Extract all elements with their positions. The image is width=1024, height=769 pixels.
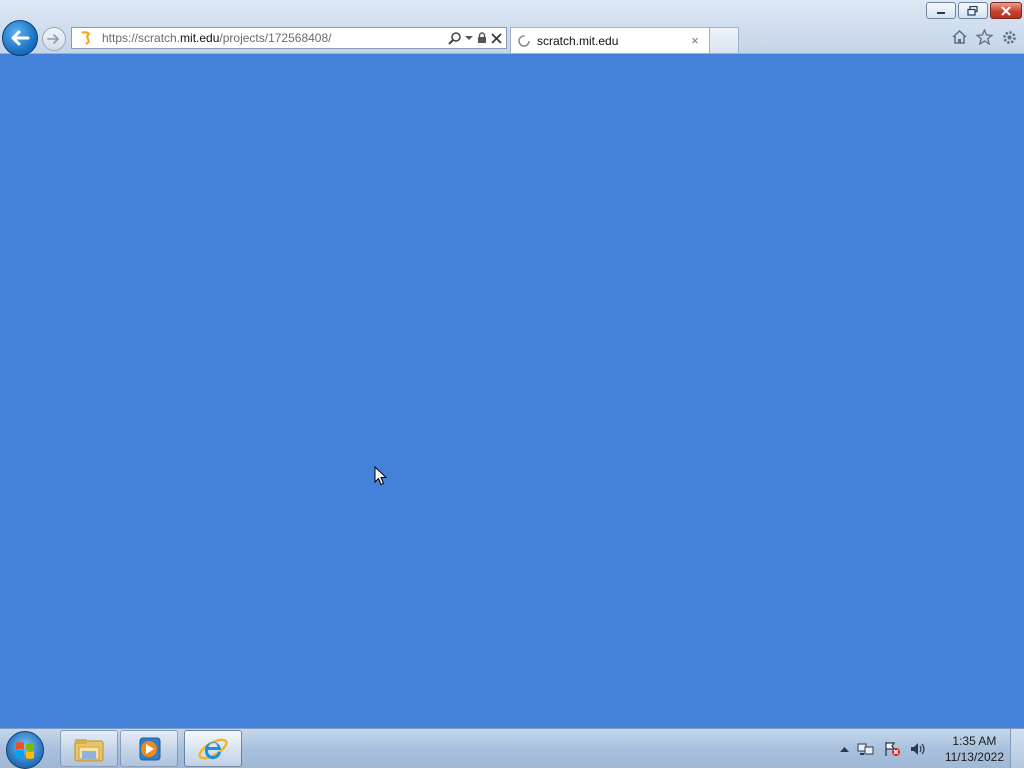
system-tray: 1:35 AM 11/13/2022 (839, 729, 1004, 768)
gear-icon[interactable] (1000, 28, 1018, 46)
start-button[interactable] (6, 731, 44, 769)
show-desktop-button[interactable] (1010, 729, 1024, 768)
taskbar-windows-explorer[interactable] (60, 730, 118, 767)
tab-close-button[interactable]: × (687, 33, 703, 48)
window-controls (926, 2, 1022, 19)
back-arrow-icon (11, 30, 30, 46)
taskbar-windows-media-player[interactable] (120, 730, 178, 767)
chevron-up-icon (839, 746, 849, 752)
taskbar-clock[interactable]: 1:35 AM 11/13/2022 (945, 733, 1004, 765)
favorites-star-icon[interactable] (975, 28, 993, 46)
lock-icon[interactable] (477, 32, 487, 44)
folder-icon (74, 738, 104, 761)
minimize-icon (937, 11, 945, 14)
command-icons (950, 28, 1018, 46)
browser-chrome: https://scratch.mit.edu/projects/1725684… (0, 0, 1024, 56)
close-icon (1001, 5, 1011, 16)
tab-scratch[interactable]: scratch.mit.edu × (510, 27, 710, 53)
volume-icon[interactable] (909, 741, 927, 757)
page-content[interactable] (0, 54, 1024, 728)
restore-icon (967, 5, 978, 16)
media-player-icon (139, 737, 161, 760)
clock-time: 1:35 AM (952, 733, 997, 748)
home-icon[interactable] (950, 28, 968, 46)
mouse-cursor-icon (374, 466, 388, 486)
internet-explorer-icon (198, 738, 228, 759)
loading-spinner-icon (518, 34, 530, 47)
show-hidden-icons-button[interactable] (839, 746, 849, 752)
forward-arrow-icon (47, 34, 60, 44)
site-favicon-icon (81, 31, 91, 45)
forward-button[interactable] (42, 27, 66, 51)
close-window-button[interactable] (990, 2, 1022, 19)
taskbar-internet-explorer[interactable] (184, 730, 242, 767)
address-bar[interactable]: https://scratch.mit.edu/projects/1725684… (71, 27, 507, 49)
stop-icon[interactable] (491, 32, 502, 44)
restore-button[interactable] (958, 2, 988, 19)
clock-date: 11/13/2022 (944, 749, 1004, 764)
new-tab-button[interactable] (710, 27, 739, 53)
network-icon[interactable] (857, 741, 875, 757)
tab-title: scratch.mit.edu (537, 33, 619, 48)
search-icon[interactable] (448, 31, 461, 45)
action-center-flag-icon[interactable] (883, 741, 901, 757)
address-dropdown-icon[interactable] (465, 35, 473, 41)
taskbar: 1:35 AM 11/13/2022 (0, 728, 1024, 769)
url-text[interactable]: https://scratch.mit.edu/projects/1725684… (98, 31, 448, 45)
minimize-button[interactable] (926, 2, 956, 19)
address-tools (448, 31, 506, 45)
windows-logo-icon (16, 742, 34, 759)
back-button[interactable] (2, 20, 38, 56)
